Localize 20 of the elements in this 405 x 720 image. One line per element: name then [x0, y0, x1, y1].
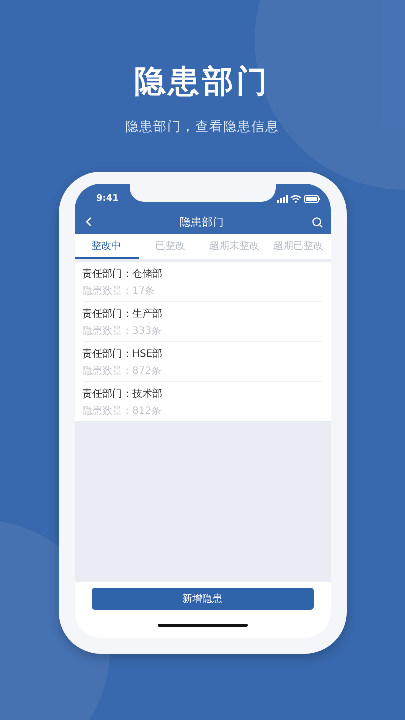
- department-item[interactable]: 责任部门：生产部 隐患数量：333条: [82, 302, 322, 342]
- hazard-count: 隐患数量：872条: [82, 364, 163, 378]
- headline: 隐患部门: [134, 63, 270, 102]
- department-item[interactable]: 责任部门：技术部 隐患数量：812条: [82, 382, 322, 421]
- department-name: 责任部门：仓储部: [82, 268, 164, 281]
- add-hazard-button[interactable]: 新增隐患: [92, 588, 314, 610]
- hazard-count: 隐患数量：812条: [82, 404, 163, 418]
- department-item[interactable]: 责任部门：HSE部 隐患数量：872条: [82, 342, 322, 382]
- department-name: 责任部门：技术部: [82, 388, 164, 401]
- department-item[interactable]: 责任部门：仓储部 隐患数量：17条: [82, 262, 322, 302]
- nav-title: 隐患部门: [180, 214, 224, 230]
- hazard-count: 隐患数量：333条: [82, 324, 163, 338]
- department-name: 责任部门：生产部: [82, 308, 164, 321]
- back-icon[interactable]: [84, 217, 92, 227]
- department-name: 责任部门：HSE部: [82, 348, 164, 361]
- status-icons-drawing: [276, 195, 320, 203]
- subtitle: 隐患部门，查看隐患信息: [126, 119, 280, 136]
- status-time: 9:41: [96, 194, 119, 204]
- hazard-count: 隐患数量：17条: [82, 284, 156, 298]
- search-icon[interactable]: [312, 216, 322, 228]
